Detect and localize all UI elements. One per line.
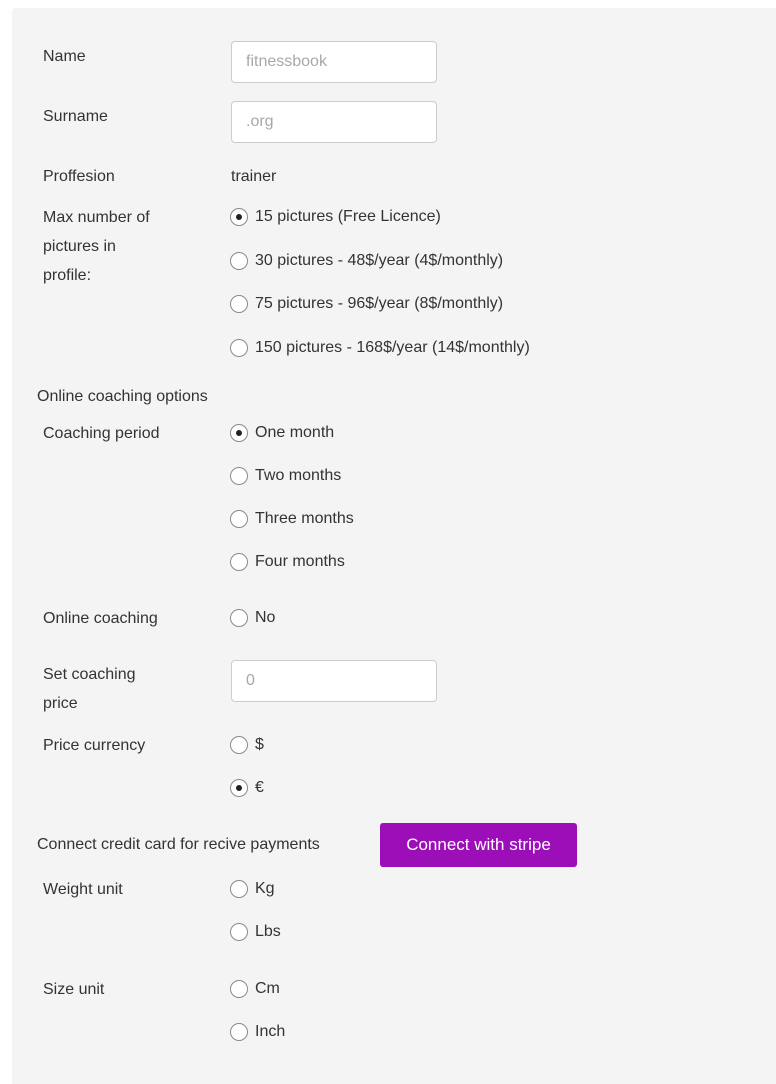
radio-three-months[interactable] (230, 510, 248, 528)
radio-label: 75 pictures - 96$/year (8$/monthly) (255, 295, 504, 312)
radio-size-inch[interactable] (230, 1023, 248, 1041)
radio-label: Cm (255, 980, 280, 997)
name-label: Name (43, 48, 86, 65)
pictures-option-30[interactable]: 30 pictures - 48$/year (4$/monthly) (230, 250, 503, 272)
surname-input[interactable] (231, 101, 437, 143)
online-coaching-label: Online coaching (43, 610, 158, 627)
surname-label: Surname (43, 108, 108, 125)
radio-label: 15 pictures (Free Licence) (255, 208, 441, 225)
settings-form: Name Surname Proffesion trainer Max numb… (12, 8, 776, 1084)
size-option-inch[interactable]: Inch (230, 1021, 285, 1043)
radio-currency-euro[interactable] (230, 779, 248, 797)
radio-label: Two months (255, 467, 342, 484)
period-option-three-months[interactable]: Three months (230, 508, 354, 530)
radio-label: Inch (255, 1023, 286, 1040)
period-option-one-month[interactable]: One month (230, 422, 334, 444)
radio-label: 150 pictures - 168$/year (14$/monthly) (255, 339, 530, 356)
radio-30-pictures[interactable] (230, 252, 248, 270)
price-currency-label: Price currency (43, 737, 146, 754)
period-option-two-months[interactable]: Two months (230, 465, 341, 487)
radio-size-cm[interactable] (230, 980, 248, 998)
radio-label: No (255, 609, 276, 626)
size-option-cm[interactable]: Cm (230, 978, 280, 1000)
radio-label: 30 pictures - 48$/year (4$/monthly) (255, 252, 504, 269)
radio-four-months[interactable] (230, 553, 248, 571)
currency-option-dollar[interactable]: $ (230, 734, 264, 756)
coaching-price-label: Set coaching price (43, 660, 203, 718)
radio-75-pictures[interactable] (230, 295, 248, 313)
max-pictures-label: Max number of pictures in profile: (43, 203, 203, 290)
pictures-option-150[interactable]: 150 pictures - 168$/year (14$/monthly) (230, 337, 530, 359)
coaching-price-label-line: Set coaching (43, 666, 136, 683)
weight-unit-label: Weight unit (43, 881, 123, 898)
radio-two-months[interactable] (230, 467, 248, 485)
online-option-no[interactable]: No (230, 607, 275, 629)
max-pictures-label-line: pictures in (43, 238, 116, 255)
radio-150-pictures[interactable] (230, 339, 248, 357)
radio-online-no[interactable] (230, 609, 248, 627)
radio-label: Four months (255, 553, 345, 570)
max-pictures-label-line: Max number of (43, 209, 150, 226)
radio-15-pictures[interactable] (230, 208, 248, 226)
radio-label: € (255, 779, 264, 796)
radio-label: One month (255, 424, 335, 441)
max-pictures-label-line: profile: (43, 267, 92, 284)
radio-label: $ (255, 736, 264, 753)
profession-label: Proffesion (43, 168, 115, 185)
coaching-section-title: Online coaching options (37, 388, 208, 405)
weight-option-lbs[interactable]: Lbs (230, 921, 281, 943)
coaching-price-label-line: price (43, 695, 78, 712)
radio-weight-kg[interactable] (230, 880, 248, 898)
radio-label: Kg (255, 880, 275, 897)
radio-weight-lbs[interactable] (230, 923, 248, 941)
size-unit-label: Size unit (43, 981, 105, 998)
coaching-price-input[interactable] (231, 660, 437, 702)
radio-label: Lbs (255, 923, 281, 940)
pictures-option-15[interactable]: 15 pictures (Free Licence) (230, 206, 441, 228)
coaching-period-label: Coaching period (43, 425, 160, 442)
profession-value: trainer (231, 168, 277, 185)
weight-option-kg[interactable]: Kg (230, 878, 275, 900)
name-input[interactable] (231, 41, 437, 83)
period-option-four-months[interactable]: Four months (230, 551, 345, 573)
pictures-option-75[interactable]: 75 pictures - 96$/year (8$/monthly) (230, 293, 503, 315)
radio-one-month[interactable] (230, 424, 248, 442)
radio-label: Three months (255, 510, 354, 527)
radio-currency-dollar[interactable] (230, 736, 248, 754)
currency-option-euro[interactable]: € (230, 777, 264, 799)
connect-stripe-button[interactable]: Connect with stripe (380, 823, 577, 867)
